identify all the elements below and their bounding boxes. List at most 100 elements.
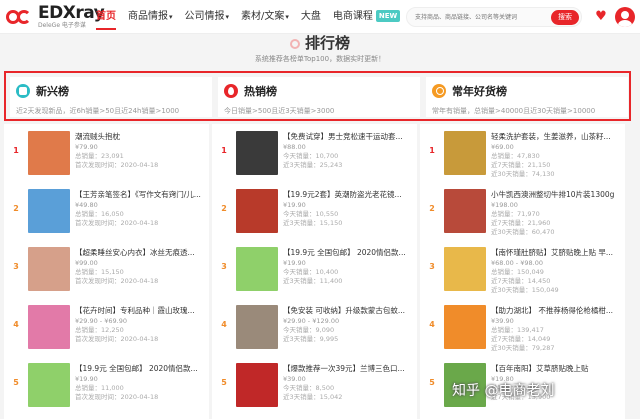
rank-number: 2: [221, 204, 227, 213]
watermark: 知乎 @电商老刘: [452, 383, 555, 399]
rank-number: 4: [13, 320, 19, 329]
product-metric: 今天销量：10,700: [283, 152, 339, 160]
product-row[interactable]: 2 【王芳亲笔签名】《写作文有窍门/儿... ¥49.80 总销量：16,050 首次发…: [4, 182, 209, 240]
product-price: ¥39.90: [491, 317, 514, 325]
product-thumbnail[interactable]: [28, 247, 70, 291]
ranking-category-tabs: 新兴榜 近2天发现新品，近6h销量>50且近24h销量>1000 热销榜 今日销…: [4, 71, 631, 121]
search-button[interactable]: 搜索: [551, 10, 579, 25]
product-price: ¥49.80: [75, 201, 98, 209]
product-title[interactable]: 【花卉时间】专利品种｜霞山玫瑰...: [75, 306, 205, 316]
product-metric-tertiary: 近30天销量：60,470: [491, 228, 555, 236]
nav-item-label: 电商课程: [332, 11, 373, 22]
category-desc: 今日销量>500且近3天销量>3000: [224, 107, 335, 115]
product-thumbnail[interactable]: [236, 247, 278, 291]
user-avatar[interactable]: [615, 7, 635, 27]
product-metric-secondary: 近3天销量：9,995: [283, 335, 339, 343]
product-thumbnail[interactable]: [444, 131, 486, 175]
nav-item[interactable]: 素材/文案▾: [241, 0, 289, 34]
product-title[interactable]: 【百年南阳】艾草脐贴晚上贴: [491, 364, 621, 374]
category-title: 新兴榜: [36, 85, 69, 98]
product-thumbnail[interactable]: [444, 305, 486, 349]
product-metric-secondary: 近7天销量：21,150: [491, 161, 551, 169]
main-nav: 首页 商品情报▾ 公司情报▾ 素材/文案▾ 大盘 电商课程 NEW: [96, 0, 412, 34]
favorites-heart-icon[interactable]: ♥: [594, 10, 608, 24]
product-thumbnail[interactable]: [236, 189, 278, 233]
product-row[interactable]: 3 【南怀瑾肚脐贴】艾脐贴晚上贴 早... ¥68.00 - ¥98.00 总销量：1…: [420, 240, 625, 298]
product-thumbnail[interactable]: [236, 305, 278, 349]
product-thumbnail[interactable]: [444, 247, 486, 291]
product-row[interactable]: 4 【花卉时间】专利品种｜霞山玫瑰... ¥29.90 - ¥69.90 总销量：12…: [4, 298, 209, 356]
nav-item[interactable]: 商品情报▾: [128, 0, 173, 34]
product-title[interactable]: 【超柔睡丝安心内衣】冰丝无痕透...: [75, 248, 205, 258]
product-price: ¥19.90: [283, 259, 306, 267]
product-metric-tertiary: 近30天销量：74,130: [491, 170, 555, 178]
rank-number: 5: [221, 378, 227, 387]
nav-item-label: 素材/文案: [241, 11, 285, 22]
product-price: ¥79.90: [75, 143, 98, 151]
product-thumbnail[interactable]: [236, 363, 278, 407]
category-evergreen[interactable]: 常年好货榜 常年有销量，总销量>40000且近30天销量>10000: [426, 77, 628, 117]
product-metric-secondary: 首次发现时间：2020-04-18: [75, 219, 159, 227]
product-thumbnail[interactable]: [444, 189, 486, 233]
product-title[interactable]: 【19.9元2套】英潮防盗光老花镜...: [283, 190, 413, 200]
product-row[interactable]: 5 【19.9元 全国包邮】 2020情侣款... ¥19.90 总销量：11,000…: [4, 356, 209, 414]
product-title[interactable]: 轻柔洗护套装，生姜滋养，山茶籽...: [491, 132, 621, 142]
brand-logo[interactable]: EDXray DeleGe 电子参谋: [6, 5, 105, 29]
product-title[interactable]: 【王芳亲笔签名】《写作文有窍门/儿...: [75, 190, 205, 200]
product-title[interactable]: 【爆款推荐一次39元】兰博三色口...: [283, 364, 413, 374]
product-title[interactable]: 【19.9元 全国包邮】 2020情侣款...: [75, 364, 205, 374]
product-row[interactable]: 5 【爆款推荐一次39元】兰博三色口... ¥39.00 今天销量：8,500 近3天销…: [212, 356, 417, 414]
category-hot-selling[interactable]: 热销榜 今日销量>500且近3天销量>3000: [218, 77, 420, 117]
product-row[interactable]: 1 潮流贼头抱枕 ¥79.90 总销量：23,091 首次发现时间：2020-04-18: [4, 124, 209, 182]
page-subtitle: 系统推荐各榜单Top100，数据实时更新！: [254, 55, 386, 63]
product-thumbnail[interactable]: [236, 131, 278, 175]
product-row[interactable]: 4 【助力湖北】 不推荐杨得伦枪橘柑... ¥39.90 总销量：139,417 近7天…: [420, 298, 625, 356]
product-metric-secondary: 近7天销量：14,450: [491, 277, 551, 285]
nav-item-label: 首页: [96, 11, 116, 22]
nav-item[interactable]: 公司情报▾: [185, 0, 230, 34]
rank-number: 3: [13, 262, 19, 271]
category-desc: 常年有销量，总销量>40000且近30天销量>10000: [432, 107, 596, 115]
rank-number: 2: [13, 204, 19, 213]
product-title[interactable]: 潮流贼头抱枕: [75, 132, 205, 142]
product-price: ¥88.00: [283, 143, 306, 151]
evergreen-icon: [432, 84, 446, 98]
product-metric: 总销量：47,830: [491, 152, 540, 160]
category-desc: 近2天发现新品，近6h销量>50且近24h销量>1000: [16, 107, 180, 115]
product-metric-secondary: 近7天销量：21,960: [491, 219, 551, 227]
product-metric-secondary: 近3天销量：15,150: [283, 219, 343, 227]
rank-number: 1: [429, 146, 435, 155]
product-title[interactable]: 小牛凯西澳洲整切牛排10片装1300g: [491, 190, 621, 200]
product-metric-secondary: 首次发现时间：2020-04-18: [75, 335, 159, 343]
nav-item-label: 大盘: [300, 11, 321, 22]
product-row[interactable]: 2 小牛凯西澳洲整切牛排10片装1300g ¥198.00 总销量：71,970 近7天…: [420, 182, 625, 240]
product-metric: 总销量：150,049: [491, 268, 544, 276]
product-row[interactable]: 2 【19.9元2套】英潮防盗光老花镜... ¥19.90 今天销量：10,550 近3…: [212, 182, 417, 240]
product-title[interactable]: 【免费试穿】男士竞松速干运动套...: [283, 132, 413, 142]
product-metric: 今天销量：10,550: [283, 210, 339, 218]
product-row[interactable]: 4 【免安装 可收纳】升级款蒙古包蚊... ¥29.90 - ¥129.00 今天销量…: [212, 298, 417, 356]
chevron-down-icon: ▾: [225, 13, 230, 21]
product-thumbnail[interactable]: [28, 363, 70, 407]
category-new-rising[interactable]: 新兴榜 近2天发现新品，近6h销量>50且近24h销量>1000: [10, 77, 212, 117]
product-row[interactable]: 1 轻柔洗护套装，生姜滋养，山茶籽... ¥69.00 总销量：47,830 近7天销量…: [420, 124, 625, 182]
product-thumbnail[interactable]: [28, 131, 70, 175]
product-title[interactable]: 【免安装 可收纳】升级款蒙古包蚊...: [283, 306, 413, 316]
product-metric-secondary: 近3天销量：11,400: [283, 277, 343, 285]
nav-item[interactable]: 大盘: [301, 0, 321, 34]
product-thumbnail[interactable]: [28, 189, 70, 233]
search-input[interactable]: [415, 11, 525, 24]
product-row[interactable]: 1 【免费试穿】男士竞松速干运动套... ¥88.00 今天销量：10,700 近3天销…: [212, 124, 417, 182]
nav-item[interactable]: 首页: [96, 0, 116, 34]
new-rising-icon: [16, 84, 30, 98]
chevron-down-icon: ▾: [169, 13, 173, 21]
product-title[interactable]: 【助力湖北】 不推荐杨得伦枪橘柑...: [491, 306, 621, 316]
product-title[interactable]: 【19.9元 全国包邮】 2020情侣款...: [283, 248, 413, 258]
product-row[interactable]: 3 【超柔睡丝安心内衣】冰丝无痕透... ¥99.00 总销量：15,150 首次发现时…: [4, 240, 209, 298]
product-title[interactable]: 【南怀瑾肚脐贴】艾脐贴晚上贴 早...: [491, 248, 621, 258]
nav-item[interactable]: 电商课程 NEW: [332, 0, 401, 34]
column-evergreen: 1 轻柔洗护套装，生姜滋养，山茶籽... ¥69.00 总销量：47,830 近7天销量…: [420, 124, 625, 419]
product-thumbnail[interactable]: [28, 305, 70, 349]
product-row[interactable]: 3 【19.9元 全国包邮】 2020情侣款... ¥19.90 今天销量：10,40…: [212, 240, 417, 298]
product-metric: 总销量：11,000: [75, 384, 124, 392]
